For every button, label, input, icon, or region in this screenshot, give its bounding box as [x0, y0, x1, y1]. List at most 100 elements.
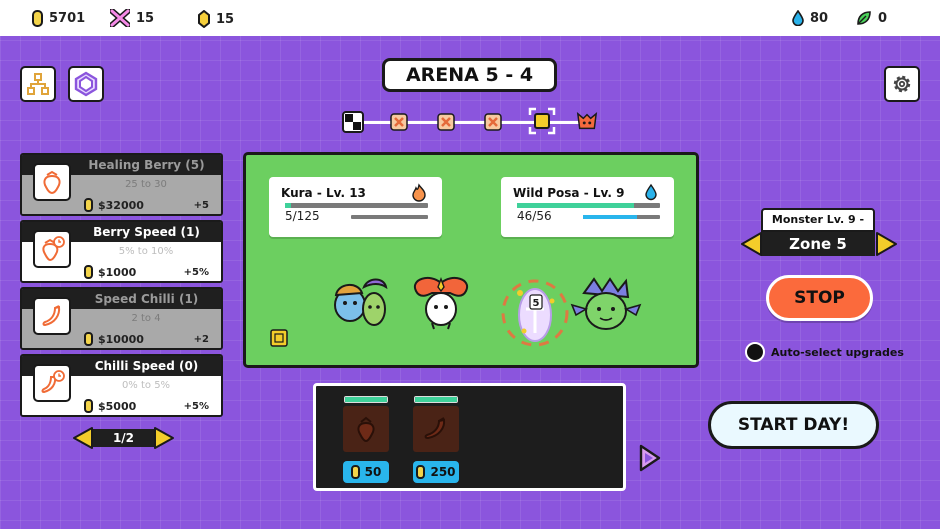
- water-drop-icon: [792, 10, 804, 26]
- skill-tree-button[interactable]: [20, 66, 56, 102]
- upgrade-increment: +5: [193, 200, 209, 211]
- stage-node-current: [528, 107, 556, 135]
- auto-select-toggle[interactable]: Auto-select upgrades: [745, 342, 904, 362]
- upgrade-range: 2 to 4: [131, 313, 161, 324]
- upgrade-card[interactable]: Berry Speed (1) 5% to 10% $1000 +5%: [20, 220, 223, 283]
- x-mark-icon: [484, 113, 502, 131]
- item-cooldown-bar: [414, 396, 458, 403]
- zone-label: Zone 5: [761, 232, 875, 256]
- upgrade-thumb: [33, 364, 71, 402]
- coin-icon: [84, 332, 93, 346]
- current-stage-marker-icon: [528, 107, 556, 135]
- stage-node-cleared: [435, 111, 457, 133]
- cursor-pointer-icon: [639, 444, 661, 472]
- page-prev-button[interactable]: [72, 426, 94, 450]
- chilli-timer-icon: [41, 370, 65, 394]
- upgrade-card[interactable]: Healing Berry (5) 25 to 30 $32000 +5: [20, 153, 223, 216]
- zone-prev-button[interactable]: [740, 231, 762, 257]
- coin-icon: [416, 465, 426, 479]
- auto-select-label: Auto-select upgrades: [771, 345, 904, 359]
- crystal-button[interactable]: [68, 66, 104, 102]
- boss-icon: [576, 111, 598, 130]
- item-cooldown-bar: [344, 396, 388, 403]
- yellow-crystal-icon: [198, 10, 210, 28]
- strawberry-icon: [357, 416, 375, 443]
- coin-icon: [84, 198, 93, 212]
- x-mark-icon: [390, 113, 408, 131]
- water-counter: 80: [792, 10, 828, 26]
- upgrade-thumb: [33, 230, 71, 268]
- upgrade-increment: +5%: [183, 401, 209, 412]
- upgrade-range: 0% to 5%: [121, 380, 171, 391]
- upgrade-increment: +2: [193, 334, 209, 345]
- gem-counter: 15: [110, 9, 154, 27]
- upgrade-card[interactable]: Chilli Speed (0) 0% to 5% $5000 +5%: [20, 354, 223, 417]
- player-energy-bar: [351, 215, 428, 219]
- stage-node-cleared: [482, 111, 504, 133]
- item-tray: 50 250: [313, 383, 626, 491]
- enemy-status-card: Wild Posa - Lv. 9 46/56: [501, 177, 674, 237]
- enemy-hp-text: 46/56: [517, 209, 552, 223]
- fire-element-icon: [412, 183, 426, 202]
- resource-bar: 5701 15 15 80 0: [0, 0, 940, 36]
- player-hp-text: 5/125: [285, 209, 320, 223]
- coin-icon: [32, 10, 43, 27]
- zone-next-button[interactable]: [876, 231, 898, 257]
- upgrade-cost: $10000: [84, 332, 144, 346]
- enemy-energy-bar: [583, 215, 660, 219]
- coin-icon: [350, 465, 360, 479]
- upgrade-thumb: [33, 163, 71, 201]
- coin-icon: [84, 399, 93, 413]
- upgrade-cost: $5000: [84, 399, 136, 413]
- checkered-flag-icon: [345, 114, 361, 130]
- upgrade-card[interactable]: Speed Chilli (1) 2 to 4 $10000 +2: [20, 287, 223, 350]
- gear-icon: [893, 75, 911, 93]
- coin-icon: [84, 265, 93, 279]
- crystal-icon: [74, 71, 98, 97]
- player-status-card: Kura - Lv. 13 5/125: [269, 177, 442, 237]
- strawberry-timer-icon: [42, 236, 65, 262]
- page-next-button[interactable]: [153, 426, 175, 450]
- zone-monster-level: Monster Lv. 9 - 11: [761, 208, 875, 246]
- item-slot[interactable]: [413, 406, 459, 452]
- player-name: Kura - Lv. 13: [281, 186, 366, 200]
- ally-monster-sprite: [334, 278, 388, 326]
- upgrade-thumb: [33, 297, 71, 335]
- upgrade-pager: 1/2: [72, 426, 175, 450]
- item-price: 50: [343, 461, 389, 483]
- coin-counter: 5701: [32, 10, 85, 27]
- upgrade-increment: +5%: [183, 267, 209, 278]
- auto-select-checkbox[interactable]: [745, 342, 765, 362]
- stage-node-cleared: [388, 111, 410, 133]
- chilli-icon: [42, 305, 61, 327]
- start-day-button[interactable]: START DAY!: [708, 401, 879, 449]
- leaf-icon: [857, 11, 871, 25]
- item-slot[interactable]: [343, 406, 389, 452]
- upgrade-range: 5% to 10%: [118, 246, 174, 257]
- player-monster-sprite: [413, 276, 469, 330]
- skill-tree-icon: [27, 73, 49, 95]
- upgrade-cost: $32000: [84, 198, 144, 212]
- enemy-monster-sprite-2: [570, 277, 642, 330]
- enemy-name: Wild Posa - Lv. 9: [513, 186, 625, 200]
- pink-gem-icon: [110, 9, 130, 27]
- stage-progress: [342, 107, 602, 135]
- treasure-chest-icon[interactable]: [270, 329, 288, 347]
- water-element-icon: [645, 183, 657, 201]
- stage-node-start: [342, 111, 364, 133]
- enemy-monster-sprite: 5: [501, 279, 569, 347]
- ticket-counter: 15: [198, 10, 234, 28]
- upgrade-range: 25 to 30: [125, 179, 167, 190]
- stage-node-boss: [576, 111, 598, 133]
- settings-button[interactable]: [884, 66, 920, 102]
- damage-popup: 5: [533, 298, 540, 309]
- strawberry-icon: [43, 170, 61, 195]
- enemy-hp-bar: [517, 203, 660, 208]
- x-mark-icon: [437, 113, 455, 131]
- chilli-icon: [424, 417, 446, 440]
- page-indicator: 1/2: [93, 429, 154, 447]
- arena-title: ARENA 5 - 4: [382, 58, 557, 92]
- battle-field: Kura - Lv. 13 5/125 Wild Posa - Lv. 9 46…: [243, 152, 699, 368]
- stop-button[interactable]: STOP: [766, 275, 873, 321]
- item-price: 250: [413, 461, 459, 483]
